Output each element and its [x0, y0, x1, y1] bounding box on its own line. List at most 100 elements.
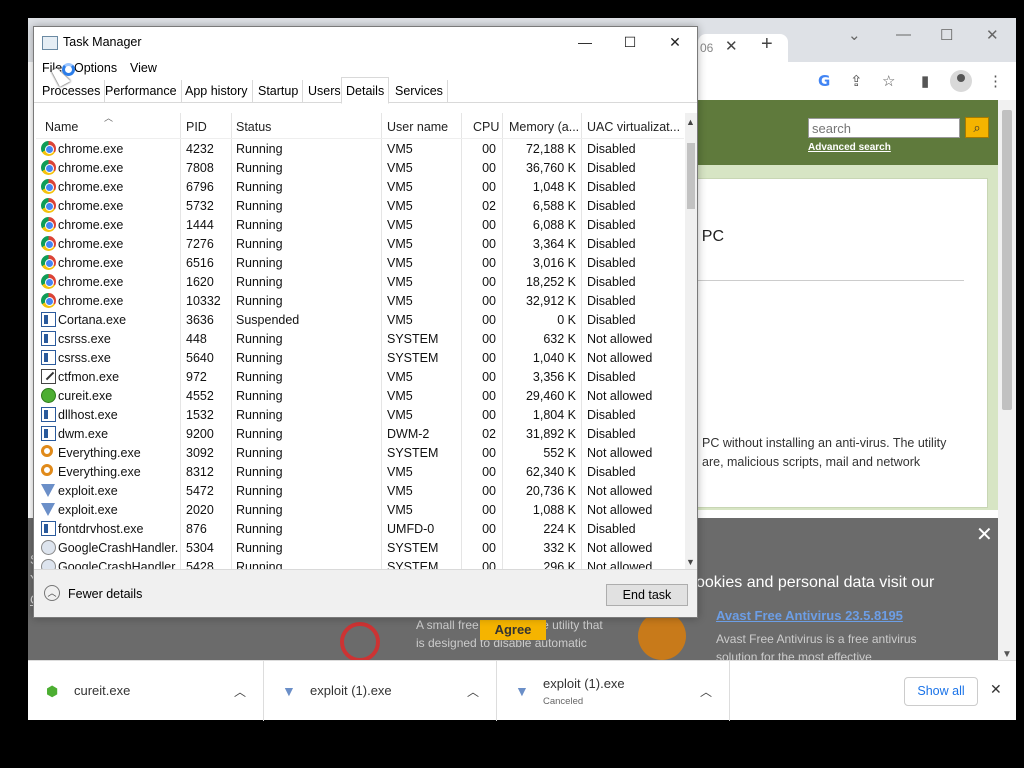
table-row[interactable]: chrome.exe 5732 Running VM5 02 6,588 K Disable… [36, 196, 684, 215]
menu-options[interactable]: Options [74, 61, 117, 75]
side-panel-icon[interactable]: ▮ [921, 72, 929, 90]
cell-status: Running [236, 256, 283, 270]
menu-kebab-icon[interactable]: ⋮ [988, 72, 1003, 90]
table-row[interactable]: chrome.exe 10332 Running VM5 00 32,912 K Disab… [36, 291, 684, 310]
chrome-process-icon [41, 255, 56, 270]
google-lens-icon[interactable]: G [818, 72, 830, 90]
tab-close-icon[interactable]: ✕ [725, 37, 738, 55]
table-scrollbar[interactable]: ▲ ▼ [685, 113, 697, 569]
table-row[interactable]: Everything.exe 3092 Running SYSTEM 00 552 K No… [36, 443, 684, 462]
end-task-button[interactable]: End task [606, 584, 688, 606]
bookmark-star-icon[interactable]: ☆ [882, 72, 895, 90]
cell-name: chrome.exe [58, 180, 124, 194]
cure-process-icon [41, 388, 56, 403]
table-row[interactable]: chrome.exe 7276 Running VM5 00 3,364 K Disable… [36, 234, 684, 253]
scroll-down-icon[interactable]: ▼ [686, 557, 695, 567]
table-row[interactable]: GoogleCrashHandler... 5304 Running SYSTEM 00… [36, 538, 684, 557]
table-row[interactable]: csrss.exe 448 Running SYSTEM 00 632 K Not allo… [36, 329, 684, 348]
tab-details[interactable]: Details [341, 77, 390, 104]
download-name: cureit.exe [74, 683, 131, 698]
table-row[interactable]: Cortana.exe 3636 Suspended VM5 00 0 K Disabled [36, 310, 684, 329]
scrollbar-thumb[interactable] [687, 143, 695, 209]
window-title: Task Manager [63, 35, 142, 49]
download-item[interactable]: ▼ exploit (1).exe Canceled ︿ [497, 661, 730, 721]
table-row[interactable]: chrome.exe 6796 Running VM5 00 1,048 K Disable… [36, 177, 684, 196]
column-memory[interactable]: Memory (a... [509, 120, 579, 134]
scrollbar-thumb[interactable] [1002, 110, 1012, 410]
scroll-down-icon[interactable]: ▼ [1002, 649, 1012, 660]
scroll-up-icon[interactable]: ▲ [686, 117, 695, 127]
cell-uac: Disabled [587, 256, 636, 270]
page-scrollbar[interactable]: ▼ [998, 100, 1016, 660]
table-row[interactable]: chrome.exe 4232 Running VM5 00 72,188 K Disabl… [36, 139, 684, 158]
site-search-input[interactable] [808, 118, 960, 138]
profile-avatar[interactable] [950, 70, 972, 92]
cell-user: VM5 [387, 142, 413, 156]
table-row[interactable]: Everything.exe 8312 Running VM5 00 62,340 K Di… [36, 462, 684, 481]
cell-pid: 3636 [186, 313, 214, 327]
tab-processes[interactable]: Processes [38, 80, 106, 103]
download-item[interactable]: ⬢ cureit.exe ︿ [28, 661, 264, 721]
cookie-close-icon[interactable]: ✕ [976, 522, 993, 547]
cell-mem: 332 K [543, 541, 576, 555]
column-status[interactable]: Status [236, 120, 271, 134]
avast-link[interactable]: Avast Free Antivirus 23.5.8195 [716, 608, 903, 623]
chevron-up-icon[interactable]: ︿ [467, 683, 479, 700]
minimize-icon[interactable]: — [896, 26, 911, 43]
maximize-icon[interactable]: ☐ [619, 31, 641, 53]
column-uac-virtualization[interactable]: UAC virtualizat... [587, 120, 682, 134]
table-row[interactable]: GoogleCrashHandler... 5428 Running SYSTEM 00… [36, 557, 684, 569]
column-cpu[interactable]: CPU [473, 120, 499, 134]
tab-app-history[interactable]: App history [181, 80, 253, 103]
chevron-up-circle-icon[interactable]: ︿ [44, 585, 60, 601]
menu-view[interactable]: View [130, 61, 157, 75]
column-name[interactable]: Name [45, 120, 78, 134]
column-user-name[interactable]: User name [387, 120, 448, 134]
cell-mem: 0 K [557, 313, 576, 327]
table-row[interactable]: dwm.exe 9200 Running DWM-2 02 31,892 K Disable… [36, 424, 684, 443]
table-row[interactable]: chrome.exe 6516 Running VM5 00 3,016 K Disable… [36, 253, 684, 272]
chevron-up-icon[interactable]: ︿ [234, 683, 246, 700]
maximize-icon[interactable]: ☐ [940, 26, 953, 44]
table-row[interactable]: dllhost.exe 1532 Running VM5 00 1,804 K Disabl… [36, 405, 684, 424]
title-bar[interactable]: Task Manager — ☐ ✕ [34, 27, 697, 57]
cell-cpu: 00 [482, 218, 496, 232]
share-icon[interactable]: ⇪ [850, 72, 863, 90]
close-icon[interactable]: ✕ [664, 31, 686, 53]
table-row[interactable]: csrss.exe 5640 Running SYSTEM 00 1,040 K Not a… [36, 348, 684, 367]
column-pid[interactable]: PID [186, 120, 207, 134]
cell-mem: 552 K [543, 446, 576, 460]
show-all-button[interactable]: Show all [904, 677, 978, 706]
fewer-details-link[interactable]: Fewer details [68, 587, 142, 601]
cell-name: csrss.exe [58, 351, 111, 365]
tab-services[interactable]: Services [391, 80, 448, 103]
table-row[interactable]: fontdrvhost.exe 876 Running UMFD-0 00 224 K Di… [36, 519, 684, 538]
table-row[interactable]: exploit.exe 2020 Running VM5 00 1,088 K Not al… [36, 500, 684, 519]
table-row[interactable]: exploit.exe 5472 Running VM5 00 20,736 K Not a… [36, 481, 684, 500]
close-icon[interactable]: ✕ [986, 26, 999, 44]
tab-search-chevron-icon[interactable]: ⌄ [848, 26, 861, 44]
table-row[interactable]: chrome.exe 1620 Running VM5 00 18,252 K Disabl… [36, 272, 684, 291]
search-icon[interactable]: ⌕ [965, 117, 989, 138]
tab-performance[interactable]: Performance [101, 80, 182, 103]
browser-tab[interactable]: 06 [698, 34, 788, 62]
avast-description: Avast Free Antivirus is a free antivirus… [716, 630, 917, 660]
table-row[interactable]: ctfmon.exe 972 Running VM5 00 3,356 K Disabled [36, 367, 684, 386]
tab-users[interactable]: Users [304, 80, 346, 103]
cell-user: VM5 [387, 161, 413, 175]
download-item[interactable]: ▼ exploit (1).exe ︿ [264, 661, 497, 721]
cell-cpu: 00 [482, 237, 496, 251]
advanced-search-link[interactable]: Advanced search [808, 142, 891, 153]
new-tab-icon[interactable]: + [761, 33, 773, 56]
table-row[interactable]: cureit.exe 4552 Running VM5 00 29,460 K Not al… [36, 386, 684, 405]
table-row[interactable]: chrome.exe 7808 Running VM5 00 36,760 K Disabl… [36, 158, 684, 177]
cell-pid: 5472 [186, 484, 214, 498]
agree-button[interactable]: Agree [480, 620, 546, 640]
table-row[interactable]: chrome.exe 1444 Running VM5 00 6,088 K Disable… [36, 215, 684, 234]
chevron-up-icon[interactable]: ︿ [700, 683, 712, 700]
tab-startup[interactable]: Startup [254, 80, 304, 103]
downloads-close-icon[interactable]: ✕ [990, 681, 1002, 698]
cell-user: DWM-2 [387, 427, 430, 441]
minimize-icon[interactable]: — [574, 31, 596, 53]
cell-name: GoogleCrashHandler... [58, 541, 178, 555]
